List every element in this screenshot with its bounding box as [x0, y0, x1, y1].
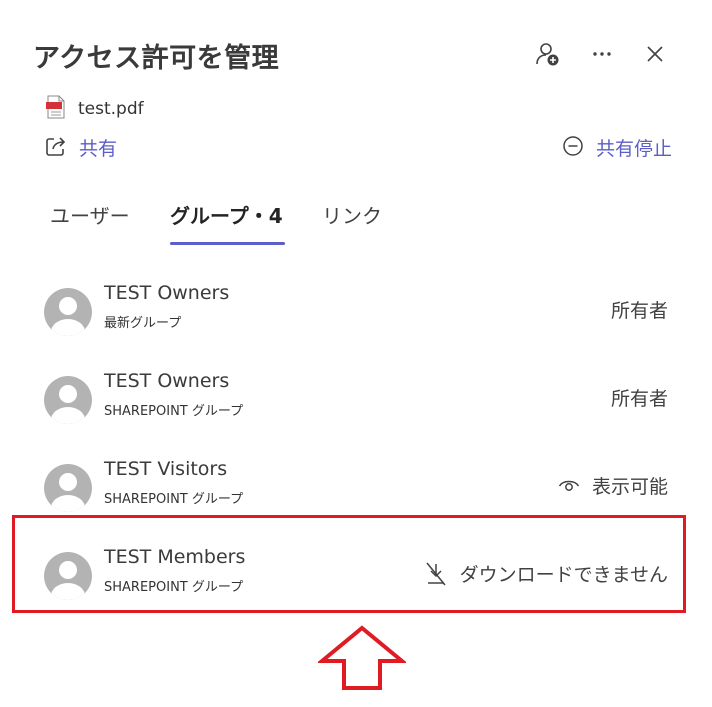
up-arrow-icon	[318, 625, 406, 690]
share-button[interactable]: 共有	[45, 134, 117, 161]
share-icon	[45, 135, 67, 161]
share-label: 共有	[79, 138, 118, 160]
tab-groups[interactable]: グループ・4	[170, 200, 283, 229]
more-options-icon[interactable]	[588, 40, 616, 68]
add-person-icon[interactable]	[534, 40, 562, 68]
permission-dropdown[interactable]: 所有者	[611, 384, 668, 411]
eye-icon	[558, 480, 580, 491]
list-item[interactable]: TEST Owners 最新グループ 所有者	[30, 274, 682, 354]
avatar	[44, 376, 92, 424]
permission-label: 所有者	[610, 388, 668, 410]
tab-links[interactable]: リンク	[322, 200, 382, 229]
stop-sharing-label: 共有停止	[595, 138, 672, 160]
permission-label: 所有者	[610, 300, 668, 322]
permission-dropdown[interactable]: 所有者	[611, 296, 668, 323]
minus-circle-icon	[562, 135, 584, 161]
stop-sharing-button[interactable]: 共有停止	[562, 134, 672, 161]
avatar	[44, 464, 92, 512]
avatar	[44, 288, 92, 336]
group-type: SHAREPOINT グループ	[104, 492, 244, 507]
permission-dropdown[interactable]: 表示可能	[558, 472, 668, 499]
permission-label: 表示可能	[591, 476, 668, 498]
group-name: TEST Owners	[104, 282, 230, 304]
group-name: TEST Visitors	[104, 458, 228, 480]
group-name: TEST Owners	[104, 370, 230, 392]
highlight-box	[12, 515, 686, 613]
active-tab-indicator	[170, 242, 285, 245]
close-icon[interactable]	[641, 40, 669, 68]
pdf-file-icon	[46, 95, 66, 123]
file-name: test.pdf	[78, 99, 144, 119]
tab-users[interactable]: ユーザー	[50, 200, 130, 229]
list-item[interactable]: TEST Owners SHAREPOINT グループ 所有者	[30, 362, 682, 442]
page-title: アクセス許可を管理	[33, 43, 280, 74]
group-type: SHAREPOINT グループ	[104, 404, 244, 419]
file-info: test.pdf	[46, 95, 144, 123]
group-type: 最新グループ	[104, 316, 182, 331]
